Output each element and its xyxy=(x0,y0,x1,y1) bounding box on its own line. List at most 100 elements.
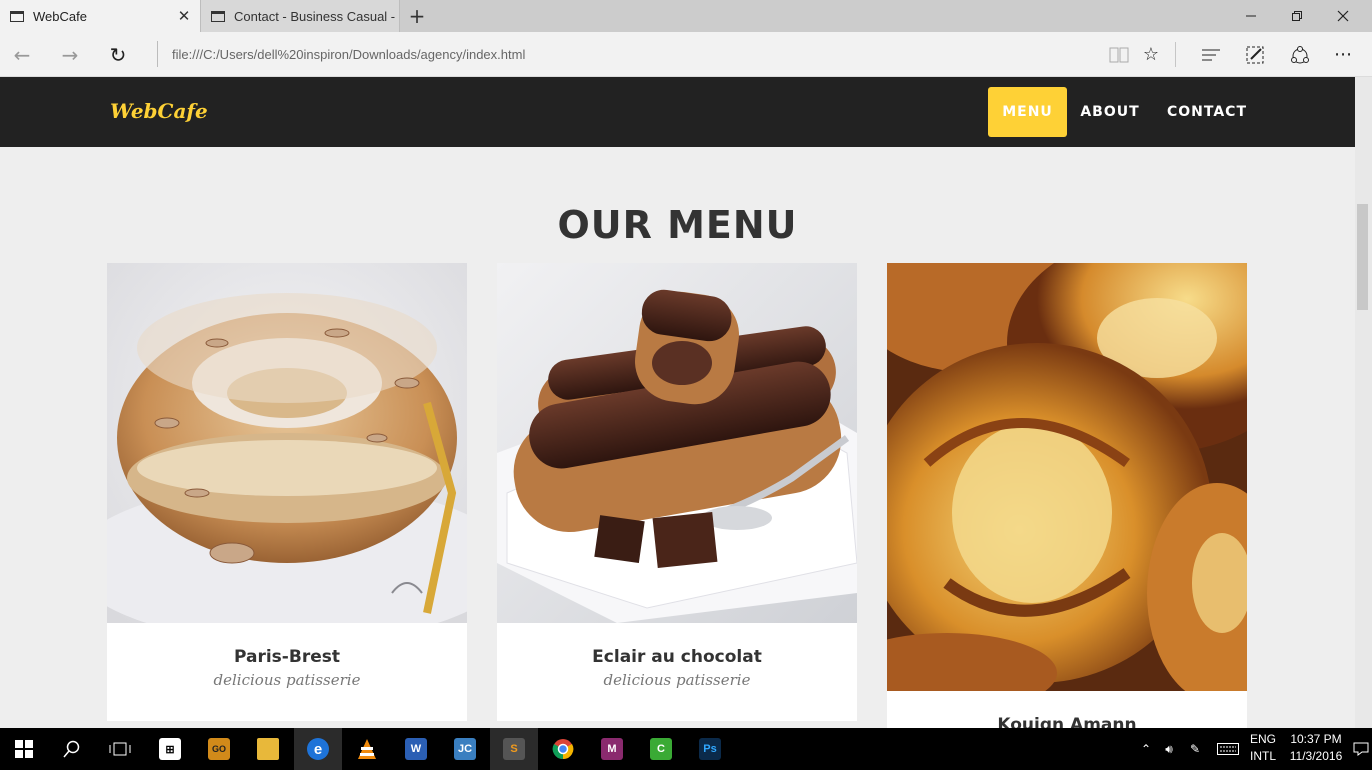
task-view-icon xyxy=(109,742,131,756)
chrome-icon xyxy=(552,739,574,760)
close-icon[interactable]: ✕ xyxy=(174,7,194,25)
windows-taskbar: ⊞ GO e W JC S M C Ps ⌃ 🔊︎ ✎ ENG INTL 10:… xyxy=(0,728,1372,770)
pen-button[interactable]: ✎ xyxy=(1184,728,1206,770)
touch-keyboard-button[interactable] xyxy=(1214,728,1242,770)
show-hidden-icons[interactable]: ⌃ xyxy=(1136,728,1156,770)
camtasia-icon: C xyxy=(650,738,672,760)
refresh-icon: ↻ xyxy=(109,42,127,67)
hub-icon xyxy=(1202,49,1220,60)
clock[interactable]: 10:37 PM 11/3/2016 xyxy=(1284,731,1348,765)
store-icon: ⊞ xyxy=(159,738,181,760)
card-caption: Eclair au chocolat delicious patisserie xyxy=(497,623,857,721)
nav-menu[interactable]: MENU xyxy=(988,87,1067,137)
scrollbar-thumb[interactable] xyxy=(1357,204,1368,310)
word-icon: W xyxy=(405,738,427,760)
restore-button[interactable] xyxy=(1274,0,1320,32)
toolbar-divider xyxy=(1175,42,1176,67)
clock-date: 11/3/2016 xyxy=(1289,749,1343,763)
taskbar-word[interactable]: W xyxy=(392,728,440,770)
tab-title: Contact - Business Casual - xyxy=(234,8,396,24)
taskbar-jc[interactable]: JC xyxy=(441,728,489,770)
forward-button[interactable]: → xyxy=(48,32,92,77)
card-caption: Kouign Amann xyxy=(887,691,1247,728)
notification-icon xyxy=(1353,742,1369,756)
section-heading: OUR MENU xyxy=(557,203,798,247)
menu-card-kouign-amann[interactable]: Kouign Amann xyxy=(887,263,1247,728)
more-icon: ⋯ xyxy=(1334,44,1352,65)
eclair-photo xyxy=(497,263,857,623)
file-explorer-icon xyxy=(257,738,279,760)
taskbar-vlc[interactable] xyxy=(343,728,391,770)
keyboard-layout: INTL xyxy=(1249,749,1276,763)
favorites-button[interactable]: ☆ xyxy=(1131,32,1171,77)
menu-item-subtitle: delicious patisserie xyxy=(603,671,751,689)
more-button[interactable]: ⋯ xyxy=(1323,32,1363,77)
volume-button[interactable]: 🔊︎ xyxy=(1158,728,1180,770)
new-tab-button[interactable]: + xyxy=(404,0,430,32)
kouign-amann-photo xyxy=(887,263,1247,691)
share-button[interactable] xyxy=(1280,32,1320,77)
nav-about[interactable]: ABOUT xyxy=(1072,87,1148,137)
address-toolbar: ← → ↻ file:///C:/Users/dell%20inspiron/D… xyxy=(0,32,1372,77)
nav-contact[interactable]: CONTACT xyxy=(1158,87,1256,137)
taskbar-chrome[interactable] xyxy=(539,728,587,770)
chevron-up-icon: ⌃ xyxy=(1140,742,1152,756)
windows-logo-icon xyxy=(15,740,33,758)
menu-card-paris-brest[interactable]: Paris-Brest delicious patisserie xyxy=(107,263,467,721)
note-icon xyxy=(1246,46,1264,63)
share-icon xyxy=(1291,45,1309,63)
clock-time: 10:37 PM xyxy=(1290,732,1342,746)
page-icon xyxy=(10,10,24,22)
page-viewport: WebCafe MENU ABOUT CONTACT OUR MENU Pari… xyxy=(0,77,1355,728)
menu-card-eclair[interactable]: Eclair au chocolat delicious patisserie xyxy=(497,263,857,721)
paris-brest-photo xyxy=(107,263,467,623)
site-navbar: WebCafe MENU ABOUT CONTACT xyxy=(0,77,1355,147)
tab-strip: WebCafe ✕ Contact - Business Casual - + xyxy=(0,0,1372,32)
tab-title: WebCafe xyxy=(33,8,87,24)
page-scrollbar[interactable] xyxy=(1355,77,1372,728)
pen-icon: ✎ xyxy=(1189,742,1201,756)
close-window-button[interactable] xyxy=(1320,0,1366,32)
input-language[interactable]: ENG INTL xyxy=(1246,731,1280,765)
taskbar-photoshop[interactable]: Ps xyxy=(686,728,734,770)
menu-item-name: Paris-Brest xyxy=(234,647,340,667)
taskbar-camtasia[interactable]: C xyxy=(637,728,685,770)
page-icon xyxy=(211,10,225,22)
arrow-left-icon: ← xyxy=(13,42,31,67)
taskbar-m-app[interactable]: M xyxy=(588,728,636,770)
back-button[interactable]: ← xyxy=(0,32,44,77)
taskbar-csgo[interactable]: GO xyxy=(195,728,243,770)
book-icon xyxy=(1109,47,1129,62)
search-button[interactable] xyxy=(48,728,96,770)
m-icon: M xyxy=(601,738,623,760)
keyboard-icon xyxy=(1217,743,1239,755)
vlc-icon xyxy=(358,739,376,759)
search-icon xyxy=(63,740,80,758)
tab-contact[interactable]: Contact - Business Casual - xyxy=(200,0,400,32)
refresh-button[interactable]: ↻ xyxy=(96,32,140,77)
site-logo[interactable]: WebCafe xyxy=(110,99,208,123)
task-view-button[interactable] xyxy=(96,728,144,770)
taskbar-store[interactable]: ⊞ xyxy=(146,728,194,770)
restore-icon xyxy=(1292,11,1302,21)
taskbar-file-explorer[interactable] xyxy=(244,728,292,770)
address-bar[interactable]: file:///C:/Users/dell%20inspiron/Downloa… xyxy=(157,41,1097,67)
start-button[interactable] xyxy=(0,728,48,770)
menu-item-name: Kouign Amann xyxy=(997,715,1137,728)
photoshop-icon: Ps xyxy=(699,738,721,760)
tab-webcafe[interactable]: WebCafe ✕ xyxy=(0,0,200,32)
action-center-button[interactable] xyxy=(1350,728,1372,770)
card-caption: Paris-Brest delicious patisserie xyxy=(107,623,467,721)
close-icon xyxy=(1337,10,1349,22)
minimize-button[interactable] xyxy=(1228,0,1274,32)
jc-icon: JC xyxy=(454,738,476,760)
minimize-icon xyxy=(1246,15,1256,17)
csgo-icon: GO xyxy=(208,738,230,760)
taskbar-edge[interactable]: e xyxy=(294,728,342,770)
web-note-button[interactable] xyxy=(1235,32,1275,77)
edge-icon: e xyxy=(307,738,329,760)
hub-button[interactable] xyxy=(1191,32,1231,77)
taskbar-sublime[interactable]: S xyxy=(490,728,538,770)
star-icon: ☆ xyxy=(1142,44,1160,65)
menu-item-name: Eclair au chocolat xyxy=(592,647,762,667)
